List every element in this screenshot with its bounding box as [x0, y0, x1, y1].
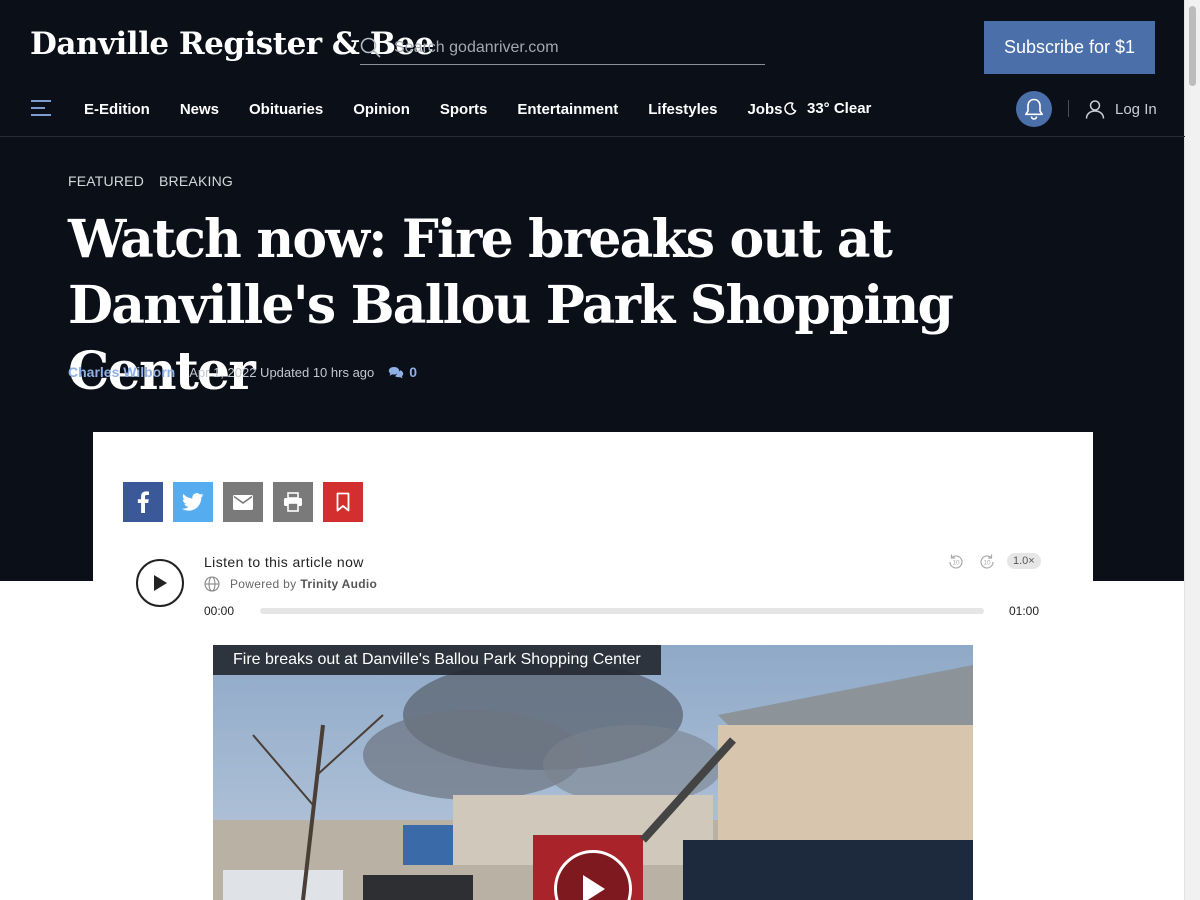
nav-item-sports[interactable]: Sports [440, 101, 488, 118]
forward-10-button[interactable]: 10 [978, 553, 996, 576]
print-button[interactable] [273, 482, 313, 522]
notifications-button[interactable] [1016, 91, 1052, 127]
share-twitter-button[interactable] [173, 482, 213, 522]
print-icon [284, 492, 302, 512]
nav-item-opinion[interactable]: Opinion [353, 101, 410, 118]
share-facebook-button[interactable] [123, 482, 163, 522]
rewind-10-button[interactable]: 10 [947, 553, 965, 576]
email-icon [233, 494, 253, 510]
nav-item-entertainment[interactable]: Entertainment [517, 101, 618, 118]
video-player[interactable]: Fire breaks out at Danville's Ballou Par… [213, 645, 973, 900]
audio-powered-by: Powered by Trinity Audio [204, 576, 377, 592]
page-scrollbar[interactable] [1184, 0, 1200, 900]
audio-player-title: Listen to this article now [204, 554, 364, 570]
powered-by-brand[interactable]: Trinity Audio [300, 577, 377, 591]
search-icon [360, 37, 381, 63]
nav-links: E-Edition News Obituaries Opinion Sports… [84, 86, 812, 132]
video-title: Fire breaks out at Danville's Ballou Par… [213, 645, 661, 675]
user-icon [1085, 100, 1105, 119]
share-toolbar [123, 482, 373, 522]
play-icon [154, 575, 167, 591]
subscribe-button[interactable]: Subscribe for $1 [984, 21, 1155, 74]
audio-duration: 01:00 [1009, 604, 1040, 618]
login-link[interactable]: Log In [1085, 99, 1157, 119]
tag-featured[interactable]: FEATURED [68, 173, 144, 189]
nav-item-e-edition[interactable]: E-Edition [84, 101, 150, 118]
audio-current-time: 00:00 [204, 604, 235, 618]
author-link[interactable]: Charles Wilborn [68, 364, 175, 380]
bookmark-icon [336, 492, 350, 512]
article-tags: FEATURED BREAKING [68, 173, 248, 189]
share-email-button[interactable] [223, 482, 263, 522]
menu-icon[interactable] [31, 100, 51, 120]
article-byline: Charles Wilborn Apr 1, 2022 Updated 10 h… [68, 364, 417, 380]
rewind-seconds: 10 [952, 560, 960, 567]
article-body: Listen to this article now Powered by Tr… [93, 432, 1093, 900]
facebook-icon [137, 491, 149, 513]
bookmark-button[interactable] [323, 482, 363, 522]
audio-progress-bar[interactable] [260, 608, 984, 614]
globe-icon [204, 576, 220, 592]
twitter-icon [182, 493, 204, 511]
nav-item-jobs[interactable]: Jobs [747, 101, 782, 118]
nav-item-news[interactable]: News [180, 101, 219, 118]
forward-seconds: 10 [983, 560, 991, 567]
playback-speed-button[interactable]: 1.0× [1007, 553, 1041, 569]
weather-widget[interactable]: 33° Clear [784, 100, 871, 117]
article-date: Apr 1, 2022 Updated 10 hrs ago [189, 364, 375, 380]
search-bar[interactable] [360, 30, 765, 65]
weather-text: 33° Clear [807, 100, 872, 117]
comment-count: 0 [409, 364, 418, 380]
comments-icon [389, 366, 404, 378]
tag-breaking[interactable]: BREAKING [159, 173, 233, 189]
forward-icon: 10 [980, 554, 994, 569]
play-icon [583, 875, 605, 900]
comments-link[interactable]: 0 [388, 364, 417, 380]
nav-item-obituaries[interactable]: Obituaries [249, 101, 323, 118]
main-nav: E-Edition News Obituaries Opinion Sports… [0, 86, 1185, 137]
search-input[interactable] [392, 34, 756, 62]
bell-icon [1025, 98, 1043, 120]
login-label: Log In [1115, 100, 1157, 118]
rewind-icon: 10 [949, 554, 963, 569]
nav-item-lifestyles[interactable]: Lifestyles [648, 101, 717, 118]
nav-divider [1068, 100, 1069, 117]
moon-icon [784, 102, 797, 115]
audio-play-button[interactable] [136, 559, 184, 607]
scrollbar-thumb[interactable] [1189, 6, 1196, 86]
powered-by-prefix: Powered by [230, 577, 297, 591]
